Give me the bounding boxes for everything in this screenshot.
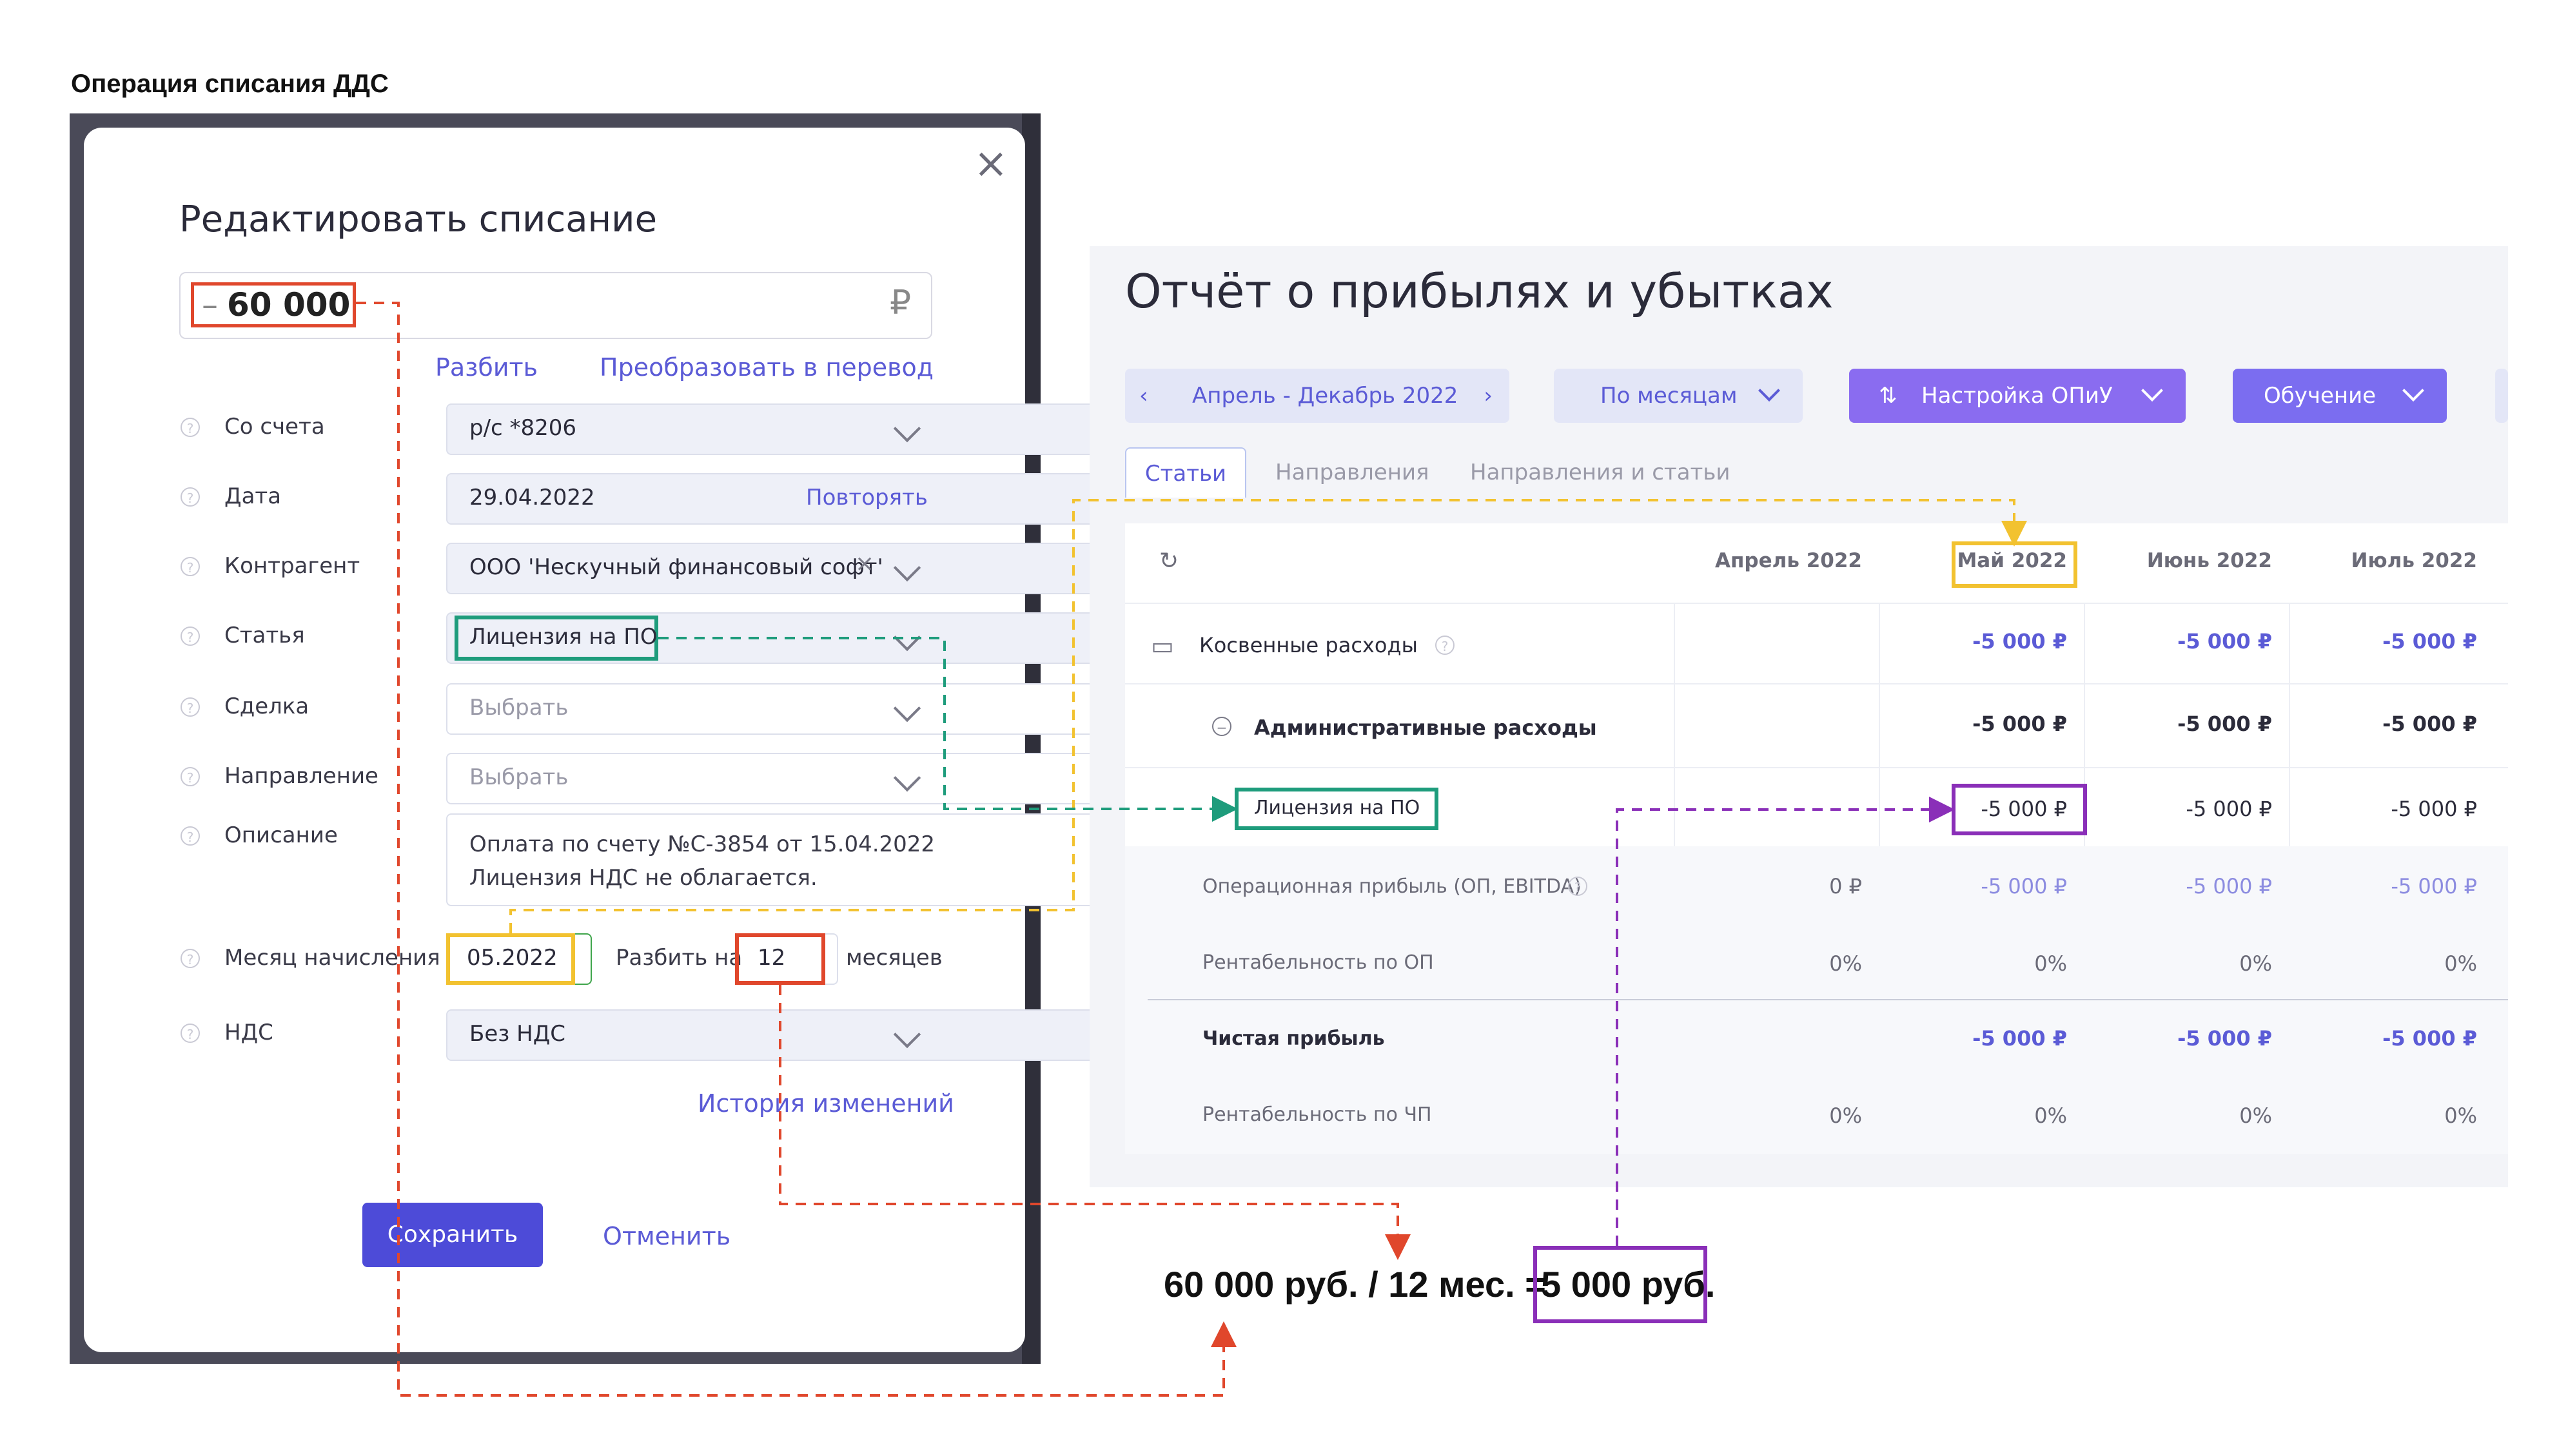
connector-amount-to-formula bbox=[356, 302, 1237, 1397]
connector-month-to-may bbox=[509, 499, 2027, 933]
connector-result-to-cell bbox=[1616, 797, 1955, 1246]
connector-article-to-license bbox=[658, 637, 1238, 822]
annotation-connectors bbox=[356, 302, 2027, 1397]
connector-months-to-formula bbox=[779, 985, 1411, 1260]
